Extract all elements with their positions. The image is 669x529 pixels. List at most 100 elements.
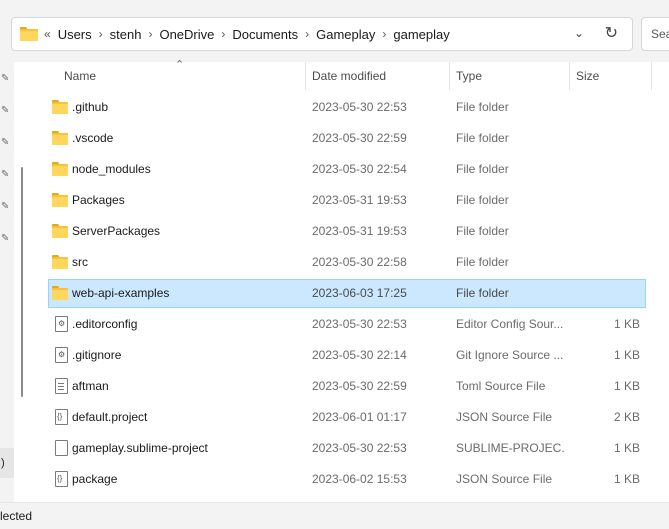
breadcrumb-gameplay-current[interactable]: gameplay (393, 27, 449, 42)
file-name: ServerPackages (72, 224, 161, 238)
file-size: 1 KB (613, 317, 640, 331)
blank-file-icon (52, 440, 68, 456)
column-header-date[interactable]: Date modified (312, 62, 448, 90)
column-divider[interactable] (305, 62, 306, 90)
file-type: File folder (456, 162, 509, 176)
file-name: .github (72, 100, 109, 114)
file-row[interactable]: gameplay.sublime-project 2023-05-30 22:5… (48, 434, 646, 463)
file-date: 2023-05-31 19:53 (312, 193, 407, 207)
file-row[interactable]: ⚙ .gitignore 2023-05-30 22:14 Git Ignore… (48, 341, 646, 370)
file-row[interactable]: .vscode 2023-05-30 22:59 File folder (48, 124, 646, 153)
file-row-selected[interactable]: web-api-examples 2023-06-03 17:25 File f… (48, 279, 646, 308)
refresh-icon[interactable]: ↻ (605, 23, 618, 43)
file-name: package (72, 472, 118, 486)
folder-icon (20, 27, 38, 41)
config-file-icon: ⚙ (52, 347, 68, 363)
nav-scrollbar[interactable] (21, 167, 23, 397)
file-name: default.project (72, 410, 148, 424)
file-date: 2023-05-30 22:53 (312, 441, 407, 455)
file-type: JSON Source File (456, 410, 553, 424)
column-header-size[interactable]: Size (576, 62, 646, 90)
text-file-icon (52, 378, 68, 394)
file-date: 2023-05-30 22:53 (312, 100, 407, 114)
file-type: File folder (456, 286, 509, 300)
file-row[interactable]: ⚙ .editorconfig 2023-05-30 22:53 Editor … (48, 310, 646, 339)
file-name: aftman (72, 379, 109, 393)
file-row[interactable]: src 2023-05-30 22:58 File folder (48, 248, 646, 277)
file-size: 1 KB (613, 348, 640, 362)
file-type: File folder (456, 224, 509, 238)
file-size: 1 KB (613, 441, 640, 455)
file-type: File folder (456, 255, 509, 269)
file-size: 1 KB (613, 379, 640, 393)
navigation-pane: ✎ ✎ ✎ ✎ ✎ ✎ (0, 62, 14, 502)
pin-icon: ✎ (1, 137, 10, 148)
file-type: File folder (456, 131, 509, 145)
file-date: 2023-05-30 22:59 (312, 131, 407, 145)
file-type: Toml Source File (456, 379, 546, 393)
json-file-icon: {} (52, 471, 68, 487)
file-row[interactable]: Packages 2023-05-31 19:53 File folder (48, 186, 646, 215)
overflow-chevron-icon[interactable]: « (44, 27, 51, 41)
column-divider[interactable] (569, 62, 570, 90)
nav-item-drive[interactable]: :) (0, 448, 14, 478)
file-type: SUBLIME-PROJEC... (456, 441, 564, 455)
folder-icon (52, 286, 68, 300)
file-name: gameplay.sublime-project (72, 441, 208, 455)
file-row[interactable]: aftman 2023-05-30 22:59 Toml Source File… (48, 372, 646, 401)
file-name: .vscode (72, 131, 114, 145)
folder-icon (52, 193, 68, 207)
folder-icon (52, 162, 68, 176)
file-type: Editor Config Sour... (456, 317, 564, 331)
file-size: 1 KB (613, 472, 640, 486)
file-size: 2 KB (613, 410, 640, 424)
column-header-type[interactable]: Type (456, 62, 566, 90)
pin-icon: ✎ (1, 169, 10, 180)
selection-status: lected (0, 509, 33, 523)
file-name: Packages (72, 193, 125, 207)
file-name: src (72, 255, 88, 269)
json-file-icon: {} (52, 409, 68, 425)
file-type: File folder (456, 193, 509, 207)
file-row[interactable]: {} package 2023-06-02 15:53 JSON Source … (48, 465, 646, 494)
file-date: 2023-05-30 22:53 (312, 317, 407, 331)
folder-icon (52, 100, 68, 114)
file-name: .gitignore (72, 348, 122, 362)
breadcrumb-onedrive[interactable]: OneDrive (159, 27, 214, 42)
folder-icon (52, 224, 68, 238)
search-input[interactable]: Sea (641, 17, 669, 51)
breadcrumb-documents[interactable]: Documents (232, 27, 298, 42)
file-row[interactable]: ServerPackages 2023-05-31 19:53 File fol… (48, 217, 646, 246)
breadcrumb-gameplay-parent[interactable]: Gameplay (316, 27, 375, 42)
file-date: 2023-05-30 22:58 (312, 255, 407, 269)
file-date: 2023-05-31 19:53 (312, 224, 407, 238)
pin-icon: ✎ (1, 201, 10, 212)
address-toolbar: « Users › stenh › OneDrive › Documents › Gam… (0, 0, 669, 62)
breadcrumb-users[interactable]: Users (58, 27, 92, 42)
folder-icon (52, 131, 68, 145)
file-date: 2023-05-30 22:54 (312, 162, 407, 176)
breadcrumb-stenh[interactable]: stenh (110, 27, 142, 42)
file-date: 2023-05-30 22:14 (312, 348, 407, 362)
file-date: 2023-06-03 17:25 (312, 286, 407, 300)
file-date: 2023-06-01 01:17 (312, 410, 407, 424)
file-name: node_modules (72, 162, 151, 176)
config-file-icon: ⚙ (52, 316, 68, 332)
file-date: 2023-06-02 15:53 (312, 472, 407, 486)
file-type: Git Ignore Source ... (456, 348, 564, 362)
column-divider[interactable] (651, 62, 652, 90)
folder-icon (52, 255, 68, 269)
column-header-name[interactable]: Name (64, 62, 304, 90)
file-row[interactable]: {} default.project 2023-06-01 01:17 JSON… (48, 403, 646, 432)
address-bar[interactable]: « Users › stenh › OneDrive › Documents › Gam… (11, 17, 633, 51)
file-type: File folder (456, 100, 509, 114)
file-row[interactable]: .github 2023-05-30 22:53 File folder (48, 93, 646, 122)
pin-icon: ✎ (1, 73, 10, 84)
pin-icon: ✎ (1, 105, 10, 116)
pin-icon: ✎ (1, 233, 10, 244)
column-divider[interactable] (449, 62, 450, 90)
file-type: JSON Source File (456, 472, 553, 486)
file-name: web-api-examples (72, 286, 170, 300)
file-row[interactable]: node_modules 2023-05-30 22:54 File folde… (48, 155, 646, 184)
history-dropdown-icon[interactable]: ⌄ (574, 26, 584, 40)
